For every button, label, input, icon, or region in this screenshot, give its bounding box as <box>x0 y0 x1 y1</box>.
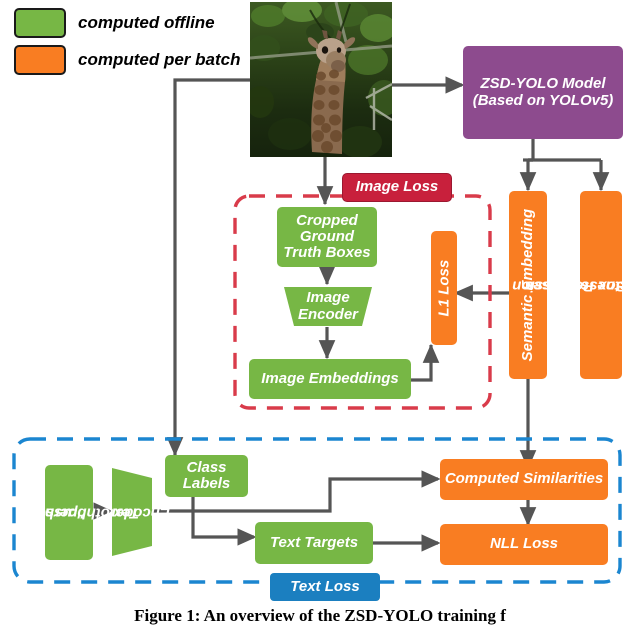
cropped-boxes-line1: Cropped <box>296 211 358 229</box>
nll-loss-node: NLL Loss <box>440 524 608 565</box>
l1-loss-node: L1 Loss <box>431 231 457 345</box>
text-loss-label: Text Loss <box>270 573 380 601</box>
image-loss-label: Image Loss <box>342 173 452 202</box>
figure-canvas: computed offline computed per batch ZSD-… <box>0 0 640 626</box>
l1-loss-text: L1 Loss <box>434 259 452 317</box>
cropped-boxes-line3: Truth Boxes <box>283 244 371 262</box>
zsd-yolo-model-node: ZSD-YOLO Model (Based on YOLOv5) <box>463 46 623 139</box>
text-encoder-line2: Encoder <box>110 504 171 522</box>
cropped-ground-truth-boxes-node: Cropped Ground Truth Boxes <box>277 207 377 267</box>
text-encoder-node: Text Encoder <box>109 466 170 558</box>
class-labels-node: Class Labels <box>165 455 248 497</box>
image-embeddings-node: Image Embeddings <box>249 359 411 399</box>
class-labels-line1: Class <box>186 458 227 476</box>
text-loss-text: Text Loss <box>290 577 360 595</box>
model-title-line1: ZSD-YOLO Model <box>480 75 606 93</box>
giraffe-photo-svg <box>250 2 392 157</box>
input-image-giraffe <box>250 2 392 157</box>
text-targets-text: Text Targets <box>269 533 359 551</box>
yolo-losses-text: YOLO Box Regression and Objectness Losse… <box>512 201 640 369</box>
text-prompts-node: "person" ... "toothbrush" <box>21 465 132 560</box>
image-encoder-line1: Image <box>306 289 350 307</box>
text-targets-node: Text Targets <box>255 522 373 564</box>
model-title-line2: (Based on YOLOv5) <box>472 91 614 109</box>
text-prompts-text: "person" ... "toothbrush" <box>21 466 132 559</box>
image-encoder-node: Image Encoder <box>282 285 374 328</box>
cropped-boxes-line2: Ground <box>299 227 355 245</box>
yolo-losses-line2: and Objectness Losses <box>525 277 640 295</box>
yolo-losses-node: YOLO Box Regression and Objectness Losse… <box>512 191 640 379</box>
nll-loss-text: NLL Loss <box>489 535 559 553</box>
image-encoder-line2: Encoder <box>297 305 358 323</box>
image-loss-text: Image Loss <box>355 178 439 196</box>
image-embeddings-text: Image Embeddings <box>261 369 399 387</box>
computed-similarities-node: Computed Similarities <box>440 459 608 500</box>
text-encoder-text: Text Encoder <box>109 482 170 542</box>
computed-similarities-text: Computed Similarities <box>444 470 604 488</box>
class-labels-line2: Labels <box>182 475 231 492</box>
